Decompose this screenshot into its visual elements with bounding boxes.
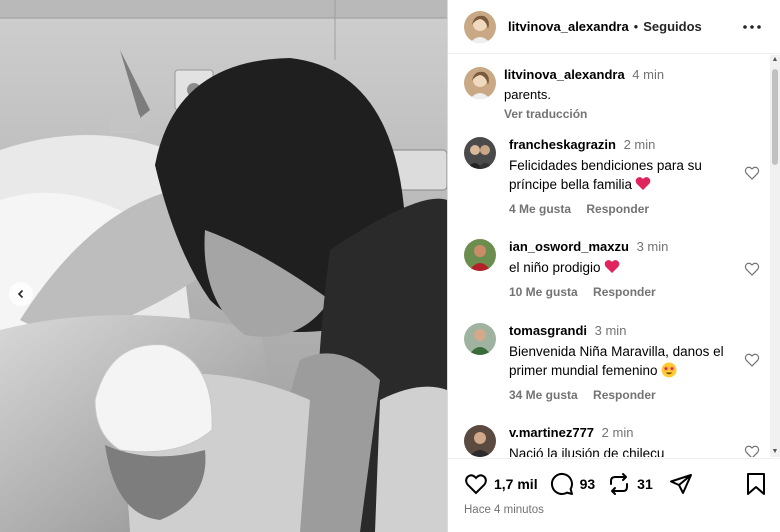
comments-scrollbar[interactable]: ▲ ▼ (770, 55, 780, 457)
comment-text: el niño prodigio (509, 258, 739, 277)
commenter-username[interactable]: v.martinez777 (509, 425, 594, 440)
share-button[interactable] (669, 472, 693, 496)
caption-text: parents. (504, 87, 551, 102)
commenter-avatar[interactable] (464, 425, 496, 457)
comment-meta: 10 Me gusta Responder (509, 285, 739, 299)
heart-icon (465, 474, 487, 495)
reply-button[interactable]: Responder (593, 285, 656, 299)
post-timestamp: Hace 4 minutos (464, 504, 544, 516)
bookmark-icon (747, 473, 765, 495)
repost-icon (610, 473, 629, 495)
photo-image (0, 0, 447, 532)
commenter-username[interactable]: francheskagrazin (509, 137, 616, 152)
chevron-left-icon (17, 289, 24, 299)
comment-likes-count[interactable]: 10 Me gusta (509, 285, 578, 299)
author-avatar[interactable] (464, 10, 496, 43)
comment-time: 3 min (594, 323, 627, 338)
comment-time: 2 min (623, 137, 656, 152)
commenter-username[interactable]: tomasgrandi (509, 323, 587, 338)
comment-button[interactable]: 93 (550, 472, 596, 496)
post-caption: litvinova_alexandra 4 min parents. Ver t… (464, 67, 754, 121)
red-heart-emoji (604, 260, 619, 273)
comment-text: Bienvenida Niña Maravilla, danos el prim… (509, 344, 724, 378)
comment-item: tomasgrandi 3 min Bienvenida Niña Maravi… (464, 323, 764, 402)
comment-text: Nació la ilusión de chilecu (509, 446, 665, 457)
comment-time: 3 min (636, 239, 669, 254)
caption-avatar[interactable] (464, 67, 496, 99)
comment-like-heart-icon[interactable] (744, 165, 760, 181)
comments-list[interactable]: litvinova_alexandra 4 min parents. Ver t… (448, 55, 780, 457)
comment-icon (550, 472, 573, 495)
comment-item: v.martinez777 2 min Nació la ilusión de … (464, 425, 764, 457)
author-username[interactable]: litvinova_alexandra (508, 19, 629, 34)
caption-username[interactable]: litvinova_alexandra (504, 67, 625, 82)
post-actions-bar: 1,7 mil 93 31 Hace 4 minutos (448, 458, 780, 532)
reply-button[interactable]: Responder (593, 388, 656, 402)
scroll-down-arrow-icon[interactable]: ▼ (770, 447, 780, 457)
save-button[interactable] (745, 472, 767, 499)
commenter-username[interactable]: ian_osword_maxzu (509, 239, 629, 254)
post-details-panel: litvinova_alexandra • Seguidos litvinova… (447, 0, 780, 532)
comment-time: 2 min (601, 425, 634, 440)
post-photo (0, 0, 447, 532)
repost-button[interactable]: 31 (607, 472, 653, 496)
scroll-up-arrow-icon[interactable]: ▲ (770, 55, 780, 65)
comment-like-heart-icon[interactable] (744, 261, 760, 277)
previous-photo-button[interactable] (9, 282, 33, 306)
post-header: litvinova_alexandra • Seguidos (448, 0, 780, 54)
comment-meta: 4 Me gusta Responder (509, 202, 739, 216)
see-translation-link[interactable]: Ver traducción (504, 107, 754, 121)
comment-item: francheskagrazin 2 min Felicidades bendi… (464, 137, 764, 216)
ellipsis-icon (743, 24, 761, 29)
caption-time: 4 min (632, 67, 665, 82)
share-icon (669, 474, 692, 494)
comment-item: ian_osword_maxzu 3 min el niño prodigio … (464, 239, 764, 299)
star-struck-emoji (661, 362, 677, 378)
comment-text: Felicidades bendiciones para su príncipe… (509, 158, 702, 192)
comments-count: 93 (579, 476, 596, 492)
comment-meta: 34 Me gusta Responder (509, 388, 739, 402)
like-button[interactable]: 1,7 mil (464, 472, 538, 496)
scrollbar-thumb[interactable] (772, 69, 778, 165)
comment-like-heart-icon[interactable] (744, 352, 760, 368)
reply-button[interactable]: Responder (586, 202, 649, 216)
commenter-avatar[interactable] (464, 137, 496, 169)
comment-likes-count[interactable]: 4 Me gusta (509, 202, 571, 216)
commenter-avatar[interactable] (464, 239, 496, 271)
likes-count[interactable]: 1,7 mil (494, 476, 538, 492)
red-heart-emoji (635, 177, 651, 190)
comment-like-heart-icon[interactable] (744, 444, 760, 457)
follow-status-button[interactable]: Seguidos (643, 19, 702, 34)
comment-likes-count[interactable]: 34 Me gusta (509, 388, 578, 402)
reposts-count: 31 (637, 476, 653, 492)
commenter-avatar[interactable] (464, 323, 496, 355)
more-options-button[interactable] (740, 15, 764, 39)
separator-dot: • (633, 19, 639, 34)
